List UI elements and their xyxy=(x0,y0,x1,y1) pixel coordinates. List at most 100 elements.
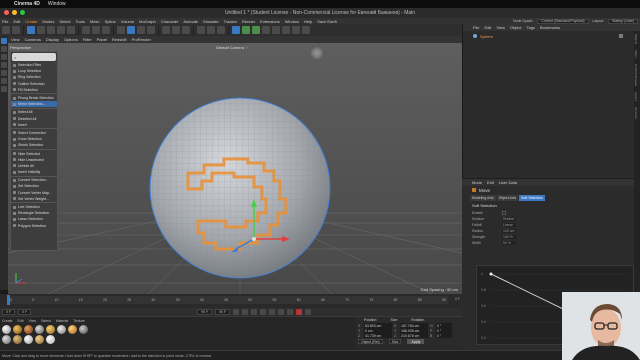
default-camera-label[interactable]: Default Camera ⁘ xyxy=(216,45,248,50)
close-window-button[interactable] xyxy=(4,10,9,15)
position-field[interactable]: 41.739 cm xyxy=(364,333,392,338)
main-menu-item-character[interactable]: Character xyxy=(161,19,179,24)
material-swatch[interactable] xyxy=(24,335,33,344)
subdivision-surface-icon[interactable] xyxy=(252,26,260,34)
tweak-icon[interactable] xyxy=(1,54,7,60)
mac-app-name[interactable]: Cinema 4D xyxy=(14,1,40,7)
viewport-menu-view[interactable]: View xyxy=(11,37,20,42)
scale-tool-icon[interactable] xyxy=(137,26,145,34)
viewport-solo-icon[interactable] xyxy=(1,62,7,68)
next-frame-icon[interactable] xyxy=(269,309,276,315)
x-axis-icon[interactable] xyxy=(162,26,170,34)
play-icon[interactable] xyxy=(260,309,267,315)
material-menu-edit[interactable]: Edit xyxy=(18,319,24,323)
object-menu-tags[interactable]: Tags xyxy=(527,25,535,30)
zoom-window-button[interactable] xyxy=(20,10,25,15)
camera-icon[interactable] xyxy=(292,26,300,34)
attribute-menu-edit[interactable]: Edit xyxy=(487,180,494,185)
cloner-icon[interactable] xyxy=(262,26,270,34)
material-swatch[interactable] xyxy=(2,335,11,344)
minimize-window-button[interactable] xyxy=(12,10,17,15)
phong-tag-icon[interactable] xyxy=(619,34,623,38)
context-search-field[interactable]: ⌕ xyxy=(12,53,56,61)
main-menu-item-window[interactable]: Window xyxy=(285,19,299,24)
material-swatch[interactable] xyxy=(46,325,55,334)
go-to-end-icon[interactable] xyxy=(287,309,294,315)
main-menu-item-spline[interactable]: Spline xyxy=(105,19,116,24)
attribute-value-field[interactable]: Linear xyxy=(502,222,516,228)
viewport[interactable]: Perspective Default Camera ⁘ Grid Spacin… xyxy=(8,43,462,294)
edges-mode-icon[interactable] xyxy=(57,26,65,34)
lock-icon[interactable] xyxy=(102,26,110,34)
size-field[interactable]: 210.678 cm xyxy=(400,333,428,338)
context-menu-item[interactable]: Shrink Selection xyxy=(11,142,57,148)
previous-frame-icon[interactable] xyxy=(251,309,258,315)
context-menu-item[interactable]: Fill Selection xyxy=(11,87,57,93)
main-menu-item-extensions[interactable]: Extensions xyxy=(260,19,280,24)
context-menu-item[interactable]: Mirror Selection... xyxy=(11,101,57,108)
move-tool-icon[interactable] xyxy=(127,26,135,34)
main-menu-item-help[interactable]: Help xyxy=(304,19,312,24)
enable-checkbox[interactable] xyxy=(502,211,506,215)
previous-key-icon[interactable] xyxy=(242,309,249,315)
axis-icon[interactable] xyxy=(82,26,90,34)
object-menu-bookmarks[interactable]: Bookmarks xyxy=(540,25,560,30)
mac-window-menu[interactable]: Window xyxy=(48,1,66,7)
polygons-mode-icon[interactable] xyxy=(67,26,75,34)
viewport-menu-options[interactable]: Options xyxy=(64,37,78,42)
rotation-field[interactable]: 0 ° xyxy=(436,323,452,328)
preview-start-field[interactable]: 0 F xyxy=(18,309,32,315)
preview-end-field[interactable]: 90 F xyxy=(197,309,213,315)
main-menu-item-create[interactable]: Create xyxy=(25,19,37,24)
light-icon[interactable] xyxy=(302,26,310,34)
position-field[interactable]: 0 cm xyxy=(364,328,392,333)
workplane-icon[interactable] xyxy=(1,70,7,76)
attribute-value-field[interactable]: 50 % xyxy=(502,240,516,246)
material-swatch[interactable] xyxy=(2,325,11,334)
tab-modeling-axis[interactable]: Modeling Axis xyxy=(470,195,496,201)
material-swatch[interactable] xyxy=(79,325,88,334)
quantize-icon[interactable] xyxy=(1,86,7,92)
material-menu-create[interactable]: Create xyxy=(2,319,13,323)
side-tab-layers[interactable]: Layers xyxy=(634,89,638,104)
material-menu-texture[interactable]: Texture xyxy=(73,319,84,323)
attribute-value-field[interactable]: Rubber xyxy=(502,216,516,222)
apply-button[interactable]: Apply xyxy=(407,339,425,344)
bend-deformer-icon[interactable] xyxy=(272,26,280,34)
material-swatch[interactable] xyxy=(57,325,66,334)
tab-object-axis[interactable]: Object Axis xyxy=(496,195,519,201)
material-swatch[interactable] xyxy=(46,335,55,344)
object-menu-view[interactable]: View xyxy=(496,25,505,30)
z-axis-icon[interactable] xyxy=(182,26,190,34)
timeline-playhead[interactable] xyxy=(7,295,10,305)
start-frame-field[interactable]: 0 F xyxy=(2,309,16,315)
timeline-ruler[interactable]: 0 5 10 15 20 25 30 35 40 45 50 55 60 65 70 75 80 85 90 xyxy=(8,296,448,304)
main-menu-item-mesh[interactable]: Mesh xyxy=(90,19,100,24)
main-menu-item-tools[interactable]: Tools xyxy=(76,19,85,24)
side-tab-takes[interactable]: Takes xyxy=(634,47,638,61)
main-menu-item-tracker[interactable]: Tracker xyxy=(224,19,237,24)
context-menu-item[interactable]: Invert Visibility xyxy=(11,169,57,175)
record-icon[interactable] xyxy=(296,309,303,315)
main-menu-item-render[interactable]: Render xyxy=(242,19,255,24)
material-menu-view[interactable]: View xyxy=(29,319,37,323)
object-menu-object[interactable]: Object xyxy=(510,25,522,30)
spline-pen-icon[interactable] xyxy=(242,26,250,34)
main-menu-item-animate[interactable]: Animate xyxy=(183,19,198,24)
cube-icon[interactable] xyxy=(232,26,240,34)
go-to-start-icon[interactable] xyxy=(233,309,240,315)
main-menu-item-mograph[interactable]: MoGraph xyxy=(139,19,156,24)
autokey-icon[interactable] xyxy=(305,309,312,315)
main-menu-item-save-earth[interactable]: Save Earth xyxy=(317,19,337,24)
viewport-menu-filter[interactable]: Filter xyxy=(83,37,92,42)
main-menu-item-modes[interactable]: Modes xyxy=(42,19,54,24)
render-picture-viewer-icon[interactable] xyxy=(207,26,215,34)
main-menu-item-simulate[interactable]: Simulate xyxy=(203,19,219,24)
main-menu-item-edit[interactable]: Edit xyxy=(13,19,20,24)
side-tab-content-browser[interactable]: Content Browser xyxy=(634,61,638,89)
viewport-menu-cameras[interactable]: Cameras xyxy=(25,37,41,42)
tab-soft-selection[interactable]: Soft Selection xyxy=(519,195,545,201)
rotate-tool-icon[interactable] xyxy=(147,26,155,34)
viewport-menu-panel[interactable]: Panel xyxy=(97,37,107,42)
coordinate-mode-select[interactable]: Object (Rel) xyxy=(358,339,383,344)
